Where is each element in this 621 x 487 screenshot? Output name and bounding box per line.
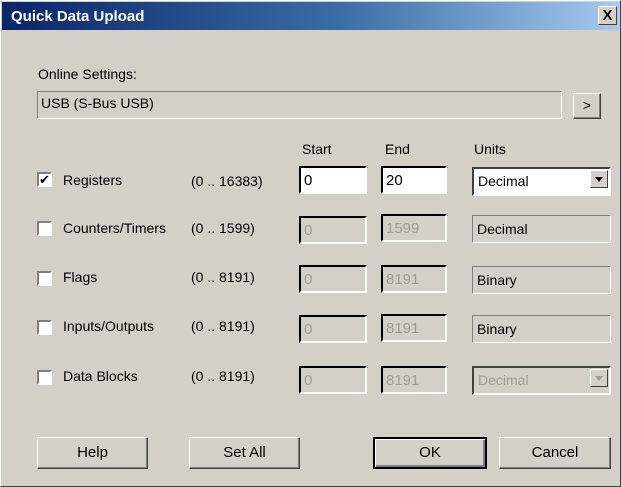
registers-start-input[interactable] (299, 166, 367, 194)
registers-units-select[interactable]: Decimal (472, 167, 611, 196)
counters-timers-end-input[interactable] (381, 214, 447, 242)
registers-checkbox[interactable]: ✔ (37, 172, 52, 187)
end-column-header: End (385, 141, 410, 157)
flags-start-input[interactable] (299, 265, 367, 293)
flags-label: Flags (63, 269, 98, 285)
counters-timers-checkbox[interactable] (37, 221, 52, 236)
ok-button[interactable]: OK (373, 437, 487, 469)
close-button[interactable]: X (598, 6, 617, 25)
inputs-outputs-start-input[interactable] (299, 315, 367, 343)
inputs-outputs-range: (0 .. 8191) (191, 318, 255, 334)
online-settings-label: Online Settings: (38, 66, 137, 82)
chevron-down-icon[interactable] (590, 170, 608, 188)
registers-label: Registers (63, 172, 123, 188)
registers-units-value: Decimal (478, 173, 529, 189)
inputs-outputs-end-input[interactable] (381, 314, 447, 342)
units-column-header: Units (474, 141, 506, 157)
chevron-down-icon[interactable] (590, 369, 608, 387)
inputs-outputs-label: Inputs/Outputs (63, 318, 155, 334)
data-blocks-start-input[interactable] (299, 366, 367, 394)
flags-units: Binary (472, 266, 611, 294)
quick-data-upload-dialog: Quick Data Upload X Online Settings: USB… (0, 0, 621, 487)
data-blocks-units-value: Decimal (478, 372, 529, 388)
start-column-header: Start (302, 141, 332, 157)
data-blocks-checkbox[interactable] (37, 370, 52, 385)
inputs-outputs-checkbox[interactable] (37, 320, 52, 335)
registers-end-input[interactable] (381, 166, 447, 194)
cancel-button[interactable]: Cancel (499, 437, 611, 469)
flags-end-input[interactable] (381, 265, 447, 293)
flags-checkbox[interactable] (37, 271, 52, 286)
online-settings-more-button[interactable]: > (573, 93, 601, 119)
online-settings-field: USB (S-Bus USB) (37, 91, 562, 119)
data-blocks-range: (0 .. 8191) (191, 368, 255, 384)
help-button[interactable]: Help (37, 437, 148, 469)
data-blocks-end-input[interactable] (381, 366, 447, 394)
counters-timers-units: Decimal (472, 215, 611, 243)
counters-timers-range: (0 .. 1599) (191, 220, 255, 236)
flags-range: (0 .. 8191) (191, 269, 255, 285)
title-bar: Quick Data Upload X (2, 2, 619, 30)
data-blocks-label: Data Blocks (63, 368, 138, 384)
counters-timers-start-input[interactable] (299, 216, 367, 244)
set-all-button[interactable]: Set All (189, 437, 300, 469)
counters-timers-label: Counters/Timers (63, 220, 166, 236)
data-blocks-units-select[interactable]: Decimal (472, 366, 611, 395)
window-title: Quick Data Upload (11, 8, 145, 25)
inputs-outputs-units: Binary (472, 315, 611, 343)
registers-range: (0 .. 16383) (191, 173, 263, 189)
